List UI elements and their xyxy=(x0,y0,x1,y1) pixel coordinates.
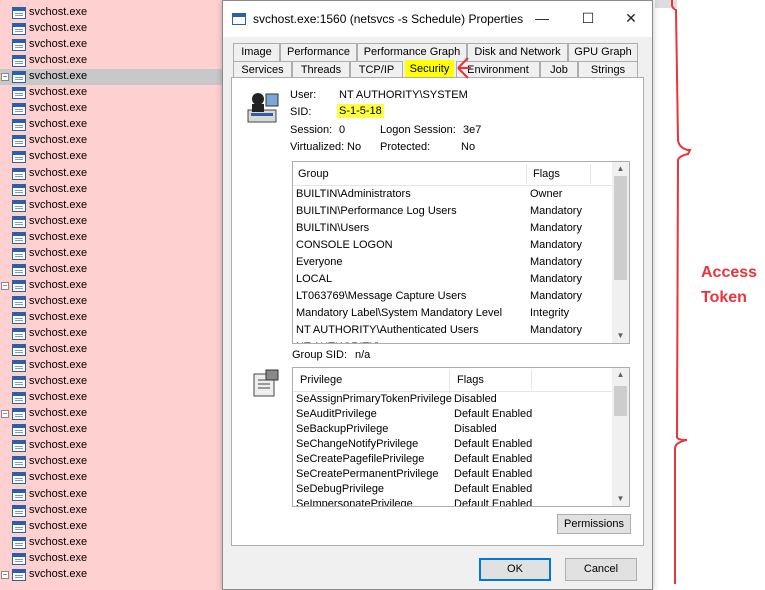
arrow-icon xyxy=(457,57,471,79)
bracket-icon xyxy=(671,0,692,584)
annotation-overlay xyxy=(457,0,692,584)
access-token-annotation: Access Token xyxy=(701,264,758,306)
